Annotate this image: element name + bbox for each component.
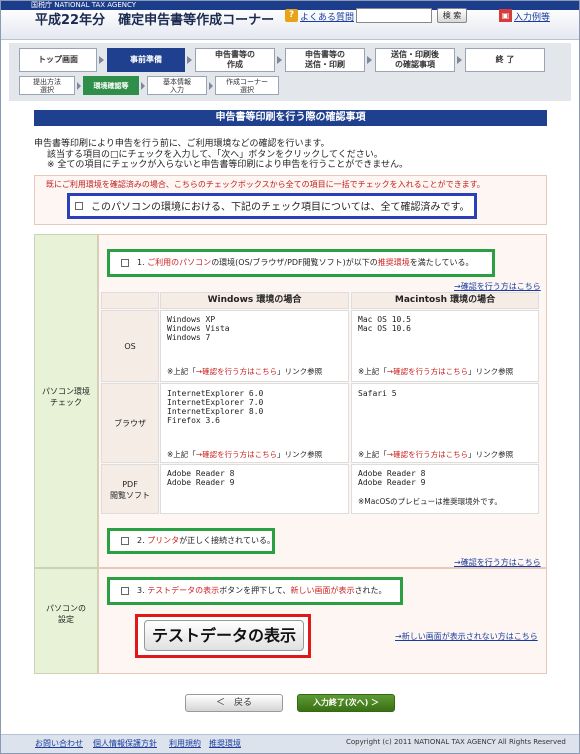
mac-preview-note: ※MacOSのプレビューは推奨環境外です。: [358, 497, 502, 506]
footer-env-link[interactable]: 推奨環境: [209, 738, 241, 749]
arrow-right-icon: [367, 56, 372, 64]
check1-help-link[interactable]: →確認を行う方はこちら: [454, 281, 541, 292]
intro-line3: ※ 全ての項目にチェックが入らないと申告書等印刷により申告を行うことができません…: [47, 160, 408, 170]
step-create: 申告書等の 作成: [195, 48, 275, 72]
browser-mac-ref: ※上記「→確認を行う方はこちら」リンク参照: [358, 450, 514, 459]
browser-mac-list: Safari 5: [358, 389, 397, 398]
check1-checkbox[interactable]: [121, 259, 129, 267]
col-header-windows: Windows 環境の場合: [160, 292, 349, 309]
pdf-mac-list: Adobe Reader 8 Adobe Reader 9: [358, 469, 426, 487]
faq-link[interactable]: よくある質問: [300, 10, 354, 23]
table-corner: [101, 292, 159, 309]
substep-corner: 作成コーナー 選択: [215, 76, 279, 95]
section-banner: 申告書等印刷を行う際の確認事項: [34, 110, 547, 126]
substep-basic: 基本情報 入力: [147, 76, 207, 95]
all-check-checkbox[interactable]: [75, 202, 83, 210]
pdf-windows-list: Adobe Reader 8 Adobe Reader 9: [167, 469, 235, 487]
search-input[interactable]: [356, 8, 432, 23]
browser-windows-ref: ※上記「→確認を行う方はこちら」リンク参照: [167, 450, 323, 459]
arrow-right-icon: [187, 56, 192, 64]
test-data-button[interactable]: テストデータの表示: [144, 620, 304, 651]
all-check-note: 既にご利用環境を確認済みの場合、こちらのチェックボックスから全ての項目に一括でチ…: [46, 180, 485, 189]
question-icon[interactable]: ?: [285, 9, 298, 22]
footer-contact-link[interactable]: お問い合わせ: [35, 738, 83, 749]
arrow-right-icon: [277, 56, 282, 64]
new-window-help-link[interactable]: →新しい画面が表示されない方はこちら: [395, 631, 538, 642]
input-example-link[interactable]: 入力例等: [514, 10, 550, 23]
footer-privacy-link[interactable]: 個人情報保護方針: [93, 738, 157, 749]
arrow-right-icon: [141, 82, 145, 90]
search-button[interactable]: 検 索: [437, 8, 467, 23]
arrow-right-icon: [457, 56, 462, 64]
copyright: Copyright (c) 2011 NATIONAL TAX AGENCY A…: [346, 738, 566, 746]
row-label-browser: ブラウザ: [101, 383, 159, 463]
all-check-label: このパソコンの環境における、下記のチェック項目については、全て確認済みです。: [91, 202, 470, 213]
substep-env: 環境確認等: [83, 76, 139, 95]
next-button[interactable]: 入力終了(次へ) ＞: [297, 694, 395, 712]
check2-help-link[interactable]: →確認を行う方はこちら: [454, 557, 541, 568]
section-label-pc-settings: パソコンの 設定: [46, 604, 86, 624]
app-title: 平成22年分 確定申告書等作成コーナー: [35, 13, 275, 28]
col-header-mac: Macintosh 環境の場合: [351, 292, 539, 309]
os-mac-list: Mac OS 10.5 Mac OS 10.6: [358, 315, 411, 333]
step-prep: 事前準備: [107, 48, 185, 72]
step-after: 送信・印刷後 の確認事項: [375, 48, 455, 72]
substep-method[interactable]: 提出方法 選択: [19, 76, 75, 95]
check2-checkbox[interactable]: [121, 537, 129, 545]
step-send: 申告書等の 送信・印刷: [285, 48, 365, 72]
arrow-right-icon: [209, 82, 213, 90]
arrow-right-icon: [77, 82, 81, 90]
check2-label: 2. プリンタが正しく接続されている。: [137, 536, 275, 545]
book-icon[interactable]: ▣: [499, 9, 512, 22]
check3-label: 3. テストデータの表示ボタンを押下して、新しい画面が表示された。: [137, 586, 387, 595]
os-windows-ref: ※上記「→確認を行う方はこちら」リンク参照: [167, 367, 323, 376]
arrow-right-icon: [99, 56, 104, 64]
page: 国税庁 NATIONAL TAX AGENCY 平成22年分 確定申告書等作成コ…: [0, 0, 580, 754]
os-mac-ref: ※上記「→確認を行う方はこちら」リンク参照: [358, 367, 514, 376]
back-button[interactable]: ＜ 戻る: [185, 694, 283, 712]
check1-label: 1. ご利用のパソコンの環境(OS/ブラウザ/PDF閲覧ソフト)が以下の推奨環境…: [137, 258, 474, 267]
os-windows-list: Windows XP Windows Vista Windows 7: [167, 315, 230, 342]
step-top[interactable]: トップ画面: [19, 48, 97, 72]
browser-windows-list: InternetExplorer 6.0 InternetExplorer 7.…: [167, 389, 264, 425]
row-label-pdf: PDF 閲覧ソフト: [101, 464, 159, 514]
footer-terms-link[interactable]: 利用規約: [169, 738, 201, 749]
row-label-os: OS: [101, 310, 159, 382]
step-end: 終 了: [465, 48, 545, 72]
check3-checkbox[interactable]: [121, 587, 129, 595]
section-label-pc-env: パソコン環境 チェック: [42, 387, 90, 407]
